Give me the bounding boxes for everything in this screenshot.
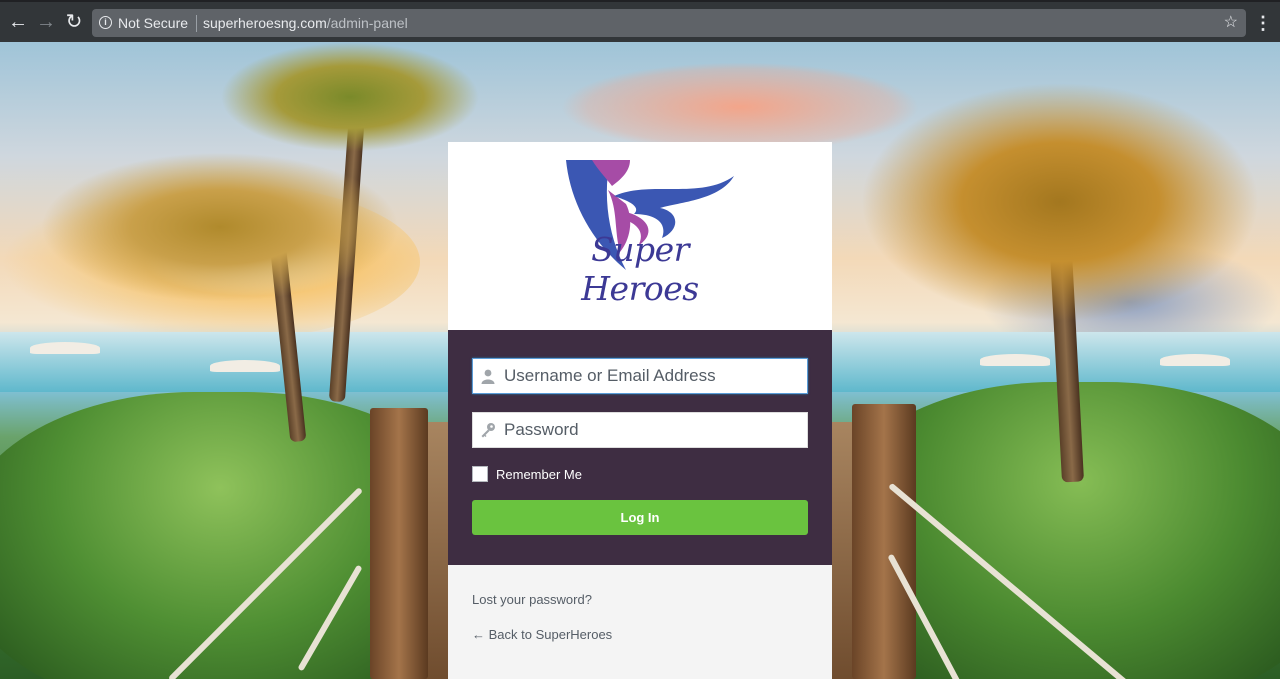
password-input[interactable] bbox=[504, 413, 800, 447]
beach-umbrella bbox=[210, 360, 280, 372]
boardwalk-post bbox=[852, 404, 916, 679]
lost-password-link[interactable]: Lost your password? bbox=[472, 592, 592, 607]
reload-icon[interactable]: ↻ bbox=[62, 10, 86, 34]
url-text[interactable]: superheroesng.com/admin-panel bbox=[203, 14, 408, 32]
username-field[interactable] bbox=[472, 358, 808, 394]
username-input[interactable] bbox=[504, 359, 800, 393]
cloud bbox=[560, 62, 920, 152]
remember-me-checkbox[interactable] bbox=[472, 466, 488, 482]
site-logo-link[interactable]: Super Heroes bbox=[530, 160, 750, 310]
back-to-site-link[interactable]: ← Back to SuperHeroes bbox=[472, 627, 612, 642]
address-separator bbox=[196, 15, 197, 32]
browser-toolbar: ← → ↻ i Not Secure superheroesng.com/adm… bbox=[0, 0, 1280, 42]
palm-fronds bbox=[40, 152, 400, 302]
palm-fronds bbox=[860, 82, 1260, 322]
boardwalk-post bbox=[370, 408, 428, 679]
url-path: /admin-panel bbox=[326, 15, 408, 31]
security-status[interactable]: Not Secure bbox=[118, 14, 188, 32]
forward-arrow-icon[interactable]: → bbox=[34, 10, 58, 34]
beach-umbrella bbox=[1160, 354, 1230, 366]
browser-menu-icon[interactable]: ⋮ bbox=[1254, 11, 1272, 35]
logo-text: Super Heroes bbox=[581, 230, 699, 308]
remember-me-label[interactable]: Remember Me bbox=[496, 467, 582, 482]
login-links: Lost your password? ← Back to SuperHeroe… bbox=[448, 565, 832, 679]
palm-fronds bbox=[220, 42, 480, 152]
key-icon bbox=[481, 423, 495, 438]
beach-umbrella bbox=[980, 354, 1050, 366]
user-icon bbox=[481, 369, 495, 384]
log-in-button[interactable]: Log In bbox=[472, 500, 808, 535]
password-field[interactable] bbox=[472, 412, 808, 448]
address-bar[interactable]: i Not Secure superheroesng.com/admin-pan… bbox=[92, 9, 1246, 37]
login-form: Remember Me Log In bbox=[448, 330, 832, 565]
back-arrow-icon[interactable]: ← bbox=[6, 10, 30, 34]
beach-umbrella bbox=[30, 342, 100, 354]
bookmark-star-icon[interactable]: ☆ bbox=[1224, 12, 1238, 32]
info-icon[interactable]: i bbox=[99, 16, 112, 29]
url-domain: superheroesng.com bbox=[203, 15, 327, 31]
logo-panel: Super Heroes bbox=[448, 142, 832, 330]
